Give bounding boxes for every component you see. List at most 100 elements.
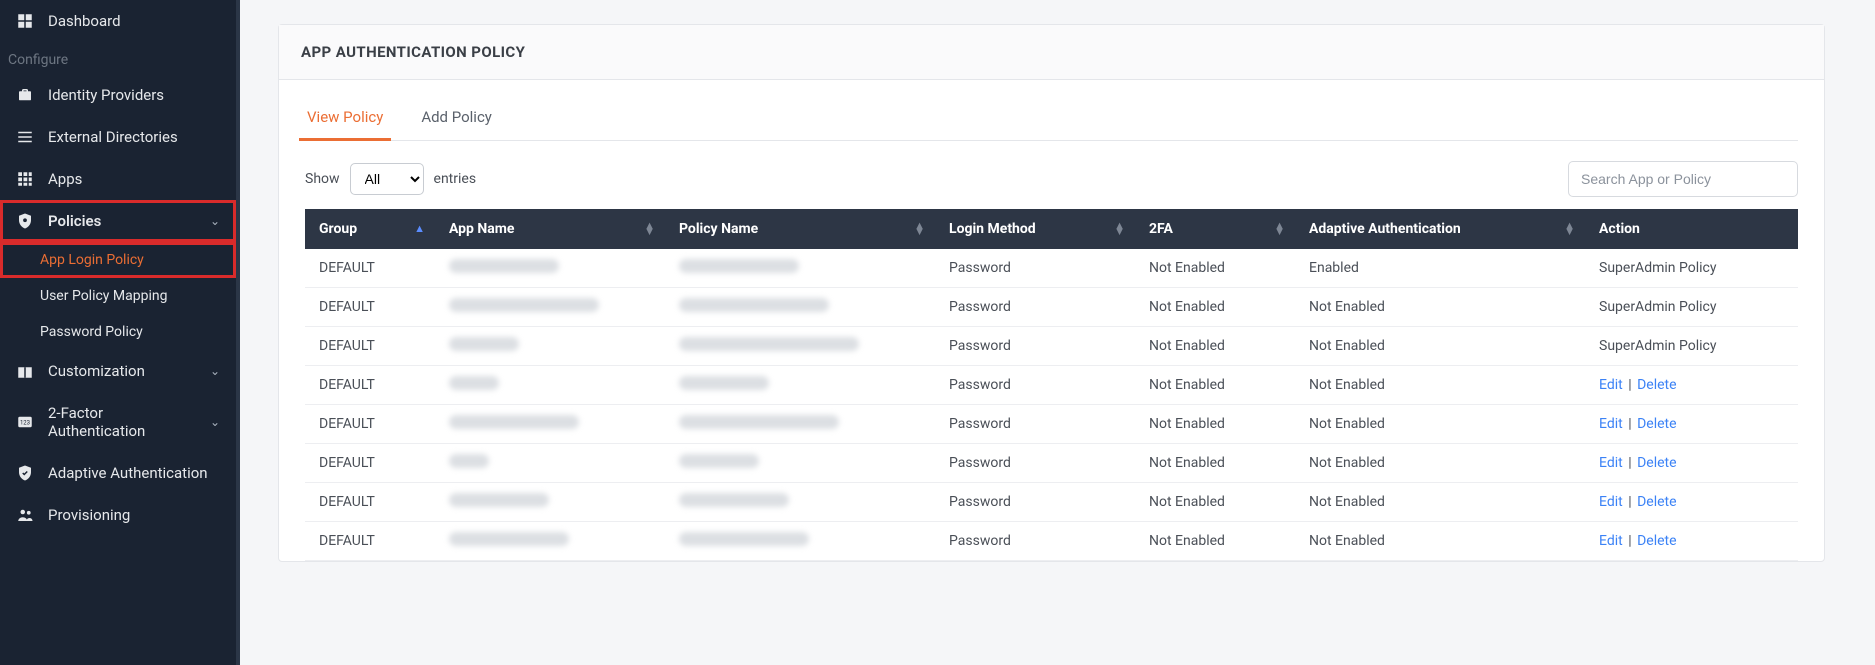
cell-policy-name	[665, 483, 935, 522]
cell-action: Edit | Delete	[1585, 366, 1798, 405]
separator: |	[1625, 416, 1635, 432]
redacted-text	[679, 493, 789, 507]
cell-2fa: Not Enabled	[1135, 366, 1295, 405]
cell-action: Edit | Delete	[1585, 483, 1798, 522]
redacted-text	[679, 337, 859, 351]
col-action: Action	[1585, 209, 1798, 249]
cell-2fa: Not Enabled	[1135, 405, 1295, 444]
cell-action: Edit | Delete	[1585, 444, 1798, 483]
cell-2fa: Not Enabled	[1135, 483, 1295, 522]
table-row: DEFAULTPasswordNot EnabledEnabledSuperAd…	[305, 249, 1798, 288]
redacted-text	[449, 337, 519, 351]
cell-app-name	[435, 405, 665, 444]
col-policy-name[interactable]: Policy Name ▲▼	[665, 209, 935, 249]
redacted-text	[679, 454, 759, 468]
tab-view-policy[interactable]: View Policy	[305, 98, 385, 140]
table-row: DEFAULTPasswordNot EnabledNot EnabledEdi…	[305, 483, 1798, 522]
delete-link[interactable]: Delete	[1637, 533, 1676, 549]
delete-link[interactable]: Delete	[1637, 455, 1676, 471]
table-controls: Show All entries	[305, 161, 1798, 197]
col-login-method[interactable]: Login Method ▲▼	[935, 209, 1135, 249]
sidebar-item-dashboard[interactable]: Dashboard	[0, 0, 236, 42]
redacted-text	[679, 376, 769, 390]
sidebar-item-provisioning[interactable]: Provisioning	[0, 494, 236, 536]
edit-link[interactable]: Edit	[1599, 377, 1623, 393]
tab-add-policy[interactable]: Add Policy	[419, 98, 494, 140]
users-icon	[16, 506, 34, 524]
col-app-name[interactable]: App Name ▲▼	[435, 209, 665, 249]
cell-policy-name	[665, 522, 935, 561]
redacted-text	[449, 298, 599, 312]
edit-link[interactable]: Edit	[1599, 494, 1623, 510]
cell-policy-name	[665, 366, 935, 405]
edit-link[interactable]: Edit	[1599, 455, 1623, 471]
cell-login-method: Password	[935, 483, 1135, 522]
col-2fa[interactable]: 2FA ▲▼	[1135, 209, 1295, 249]
cell-group: DEFAULT	[305, 522, 435, 561]
cell-policy-name	[665, 249, 935, 288]
shield-check-icon	[16, 464, 34, 482]
sidebar-item-external-directories[interactable]: External Directories	[0, 116, 236, 158]
cell-login-method: Password	[935, 366, 1135, 405]
entries-select[interactable]: All	[350, 163, 424, 195]
cell-adaptive: Not Enabled	[1295, 444, 1585, 483]
chevron-down-icon: ⌄	[210, 364, 220, 378]
delete-link[interactable]: Delete	[1637, 416, 1676, 432]
edit-link[interactable]: Edit	[1599, 416, 1623, 432]
cell-app-name	[435, 288, 665, 327]
col-group[interactable]: Group ▲	[305, 209, 435, 249]
sidebar-item-apps[interactable]: Apps	[0, 158, 236, 200]
delete-link[interactable]: Delete	[1637, 494, 1676, 510]
separator: |	[1625, 494, 1635, 510]
sidebar-section-configure: Configure	[0, 42, 236, 74]
sidebar-item-identity-providers[interactable]: Identity Providers	[0, 74, 236, 116]
cell-group: DEFAULT	[305, 483, 435, 522]
cell-group: DEFAULT	[305, 327, 435, 366]
sidebar-item-label: Apps	[48, 170, 82, 188]
redacted-text	[449, 493, 549, 507]
sort-icon: ▲▼	[1564, 223, 1575, 235]
table-row: DEFAULTPasswordNot EnabledNot EnabledEdi…	[305, 366, 1798, 405]
sidebar-sub-app-login-policy[interactable]: App Login Policy	[0, 242, 236, 278]
svg-text:123: 123	[20, 419, 30, 426]
tabs: View Policy Add Policy	[305, 98, 1798, 141]
sidebar-item-policies[interactable]: Policies ⌄	[0, 200, 236, 242]
delete-link[interactable]: Delete	[1637, 377, 1676, 393]
dashboard-icon	[16, 12, 34, 30]
sidebar-item-label: Identity Providers	[48, 86, 164, 104]
cell-policy-name	[665, 288, 935, 327]
cell-login-method: Password	[935, 405, 1135, 444]
redacted-text	[679, 415, 839, 429]
cell-adaptive: Not Enabled	[1295, 288, 1585, 327]
cell-login-method: Password	[935, 522, 1135, 561]
search-input[interactable]	[1568, 161, 1798, 197]
sort-icon: ▲▼	[914, 223, 925, 235]
sort-icon: ▲▼	[1274, 223, 1285, 235]
cell-login-method: Password	[935, 444, 1135, 483]
sidebar: Dashboard Configure Identity Providers E…	[0, 0, 240, 665]
sidebar-sub-password-policy[interactable]: Password Policy	[0, 314, 236, 350]
sidebar-item-customization[interactable]: Customization ⌄	[0, 350, 236, 392]
sidebar-item-label: Dashboard	[48, 12, 121, 30]
cell-policy-name	[665, 444, 935, 483]
cell-action: Edit | Delete	[1585, 405, 1798, 444]
cell-adaptive: Not Enabled	[1295, 522, 1585, 561]
redacted-text	[449, 376, 499, 390]
sidebar-sub-label: Password Policy	[40, 324, 143, 340]
table-row: DEFAULTPasswordNot EnabledNot EnabledEdi…	[305, 405, 1798, 444]
sort-icon: ▲▼	[644, 223, 655, 235]
table-row: DEFAULTPasswordNot EnabledNot EnabledEdi…	[305, 444, 1798, 483]
cell-login-method: Password	[935, 249, 1135, 288]
cell-adaptive: Enabled	[1295, 249, 1585, 288]
col-adaptive[interactable]: Adaptive Authentication ▲▼	[1295, 209, 1585, 249]
cell-adaptive: Not Enabled	[1295, 483, 1585, 522]
sidebar-item-2fa[interactable]: 123 2-Factor Authentication ⌄	[0, 392, 236, 452]
edit-link[interactable]: Edit	[1599, 533, 1623, 549]
sidebar-sub-user-policy-mapping[interactable]: User Policy Mapping	[0, 278, 236, 314]
sidebar-item-adaptive-auth[interactable]: Adaptive Authentication	[0, 452, 236, 494]
sidebar-item-label: Provisioning	[48, 506, 130, 524]
sidebar-item-label: Adaptive Authentication	[48, 464, 208, 482]
chevron-down-icon: ⌄	[210, 214, 220, 228]
list-icon	[16, 128, 34, 146]
cell-group: DEFAULT	[305, 366, 435, 405]
